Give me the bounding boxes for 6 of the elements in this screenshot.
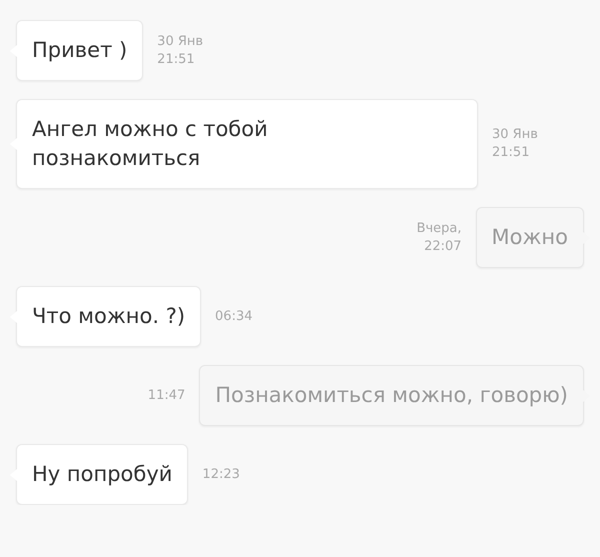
message-time: 11:47 [146, 386, 186, 404]
message-time: 30 Янв 21:51 [492, 126, 539, 162]
message-time: 06:34 [215, 308, 254, 326]
message-time: Вчера, 22:07 [416, 220, 462, 256]
message-time: 30 Янв 21:51 [157, 32, 204, 68]
message-time: 12:23 [202, 466, 241, 484]
